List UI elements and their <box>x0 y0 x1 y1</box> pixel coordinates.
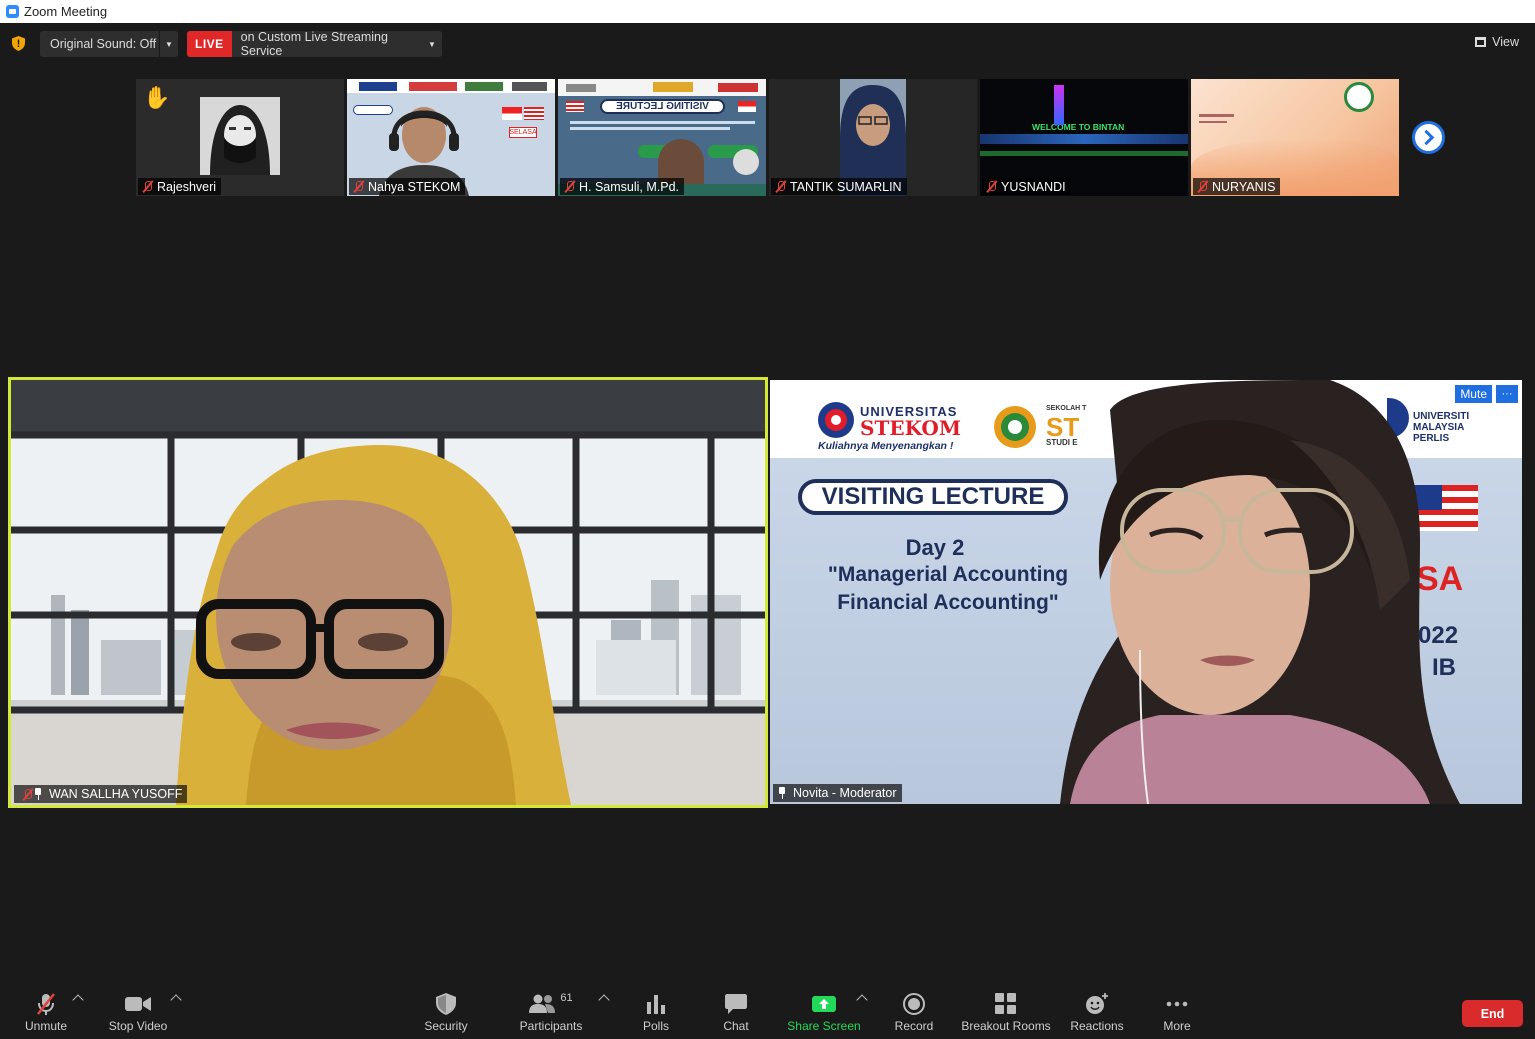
mic-muted-icon <box>775 181 786 192</box>
original-sound-label: Original Sound: Off <box>40 31 160 57</box>
record-icon <box>903 992 925 1016</box>
video-tile-moderator[interactable]: UNIVERSITAS STEKOM Kuliahnya Menyenangka… <box>770 380 1522 804</box>
view-button[interactable]: View <box>1475 35 1519 49</box>
security-shield-icon[interactable] <box>12 36 25 51</box>
breakout-rooms-icon <box>995 992 1017 1016</box>
zoom-logo-icon <box>6 5 19 18</box>
video-camera-icon <box>125 992 151 1016</box>
participant-tile[interactable]: ✋ Rajeshveri <box>136 79 344 196</box>
pin-icon <box>777 787 787 799</box>
participant-name: WAN SALLHA YUSOFF <box>14 785 188 803</box>
avatar <box>200 97 280 175</box>
mic-muted-icon <box>564 181 575 192</box>
participant-tile[interactable]: SELASA Nahya STEKOM <box>347 79 555 196</box>
mic-muted-icon <box>34 992 58 1016</box>
participant-video <box>11 380 765 805</box>
smiley-icon <box>1085 992 1109 1016</box>
share-screen-button[interactable]: Share Screen <box>786 992 862 1033</box>
more-dots-icon <box>1166 992 1188 1016</box>
mic-muted-icon <box>22 788 33 800</box>
chevron-up-icon[interactable] <box>598 994 610 1006</box>
breakout-rooms-button[interactable]: Breakout Rooms <box>960 992 1052 1033</box>
view-label: View <box>1492 35 1519 49</box>
original-sound-button[interactable]: Original Sound: Off ▼ <box>40 31 178 57</box>
meeting-topbar: Original Sound: Off ▼ LIVE on Custom Liv… <box>0 23 1535 65</box>
live-stream-button[interactable]: LIVE on Custom Live Streaming Service ▼ <box>187 31 442 57</box>
participant-video <box>1060 380 1460 804</box>
participant-tile[interactable]: VISITING LECTURE H. Samsuli, M.Pd. <box>558 79 766 196</box>
stop-video-button[interactable]: Stop Video <box>106 992 170 1033</box>
chevron-up-icon[interactable] <box>72 994 84 1006</box>
chat-icon <box>725 992 747 1016</box>
participant-count: 61 <box>560 992 573 1004</box>
pin-icon <box>33 788 43 800</box>
live-badge: LIVE <box>187 31 232 57</box>
raised-hand-icon: ✋ <box>143 85 171 110</box>
participant-name: Nahya STEKOM <box>349 178 466 195</box>
end-meeting-button[interactable]: End <box>1462 1000 1523 1027</box>
participant-name: Rajeshveri <box>138 178 222 195</box>
next-page-button[interactable] <box>1412 121 1445 154</box>
window-title: Zoom Meeting <box>24 4 108 19</box>
meeting-toolbar: Unmute Stop Video Security 61 Participan… <box>0 984 1535 1039</box>
participant-name: NURYANIS <box>1193 178 1281 195</box>
participant-name: Novita - Moderator <box>773 784 902 802</box>
participants-button[interactable]: 61 Participants <box>515 992 587 1033</box>
grid-view-icon <box>1475 37 1487 47</box>
participant-tile[interactable]: NURYANIS <box>1191 79 1399 196</box>
chevron-down-icon[interactable]: ▼ <box>160 40 178 49</box>
video-tile-active-speaker[interactable]: WAN SALLHA YUSOFF <box>8 377 768 808</box>
more-options-button[interactable]: ··· <box>1496 385 1518 403</box>
participant-name: TANTIK SUMARLIN <box>771 178 907 195</box>
chevron-down-icon[interactable]: ▼ <box>422 40 442 49</box>
participant-tile[interactable]: TANTIK SUMARLIN <box>769 79 977 196</box>
mic-muted-icon <box>142 181 153 192</box>
window-titlebar: Zoom Meeting <box>0 0 1535 23</box>
mic-muted-icon <box>1197 181 1208 192</box>
shield-icon <box>436 992 456 1016</box>
polls-button[interactable]: Polls <box>636 992 676 1033</box>
reactions-button[interactable]: Reactions <box>1068 992 1126 1033</box>
unmute-button[interactable]: Unmute <box>20 992 72 1033</box>
live-service-label: on Custom Live Streaming Service <box>240 31 388 57</box>
polls-icon <box>646 992 666 1016</box>
security-button[interactable]: Security <box>420 992 472 1033</box>
mic-muted-icon <box>353 181 364 192</box>
more-button[interactable]: More <box>1157 992 1197 1033</box>
record-button[interactable]: Record <box>890 992 938 1033</box>
participants-icon: 61 <box>529 992 573 1016</box>
participant-tile[interactable]: WELCOME TO BINTAN YUSNANDI <box>980 79 1188 196</box>
share-screen-icon <box>812 992 836 1016</box>
chevron-up-icon[interactable] <box>170 994 182 1006</box>
participant-name: H. Samsuli, M.Pd. <box>560 178 685 195</box>
participant-name: YUSNANDI <box>982 178 1071 195</box>
mic-muted-icon <box>986 181 997 192</box>
chat-button[interactable]: Chat <box>716 992 756 1033</box>
mute-participant-button[interactable]: Mute <box>1455 385 1492 403</box>
